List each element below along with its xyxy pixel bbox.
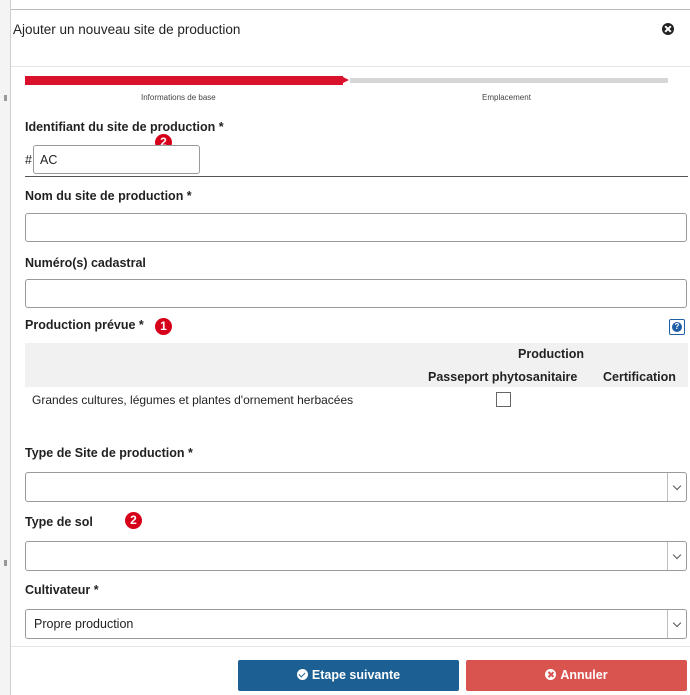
next-step-label: Etape suivante xyxy=(311,668,401,682)
site-id-prefix: # xyxy=(25,153,32,167)
column-header-passeport: Passeport phytosanitaire xyxy=(428,370,578,384)
grower-label: Cultivateur * xyxy=(25,583,99,597)
passeport-checkbox[interactable] xyxy=(496,392,511,407)
site-id-label: Identifiant du site de production * xyxy=(25,120,224,134)
production-label: Production prévue * xyxy=(25,318,144,332)
cancel-button[interactable]: Annuler xyxy=(466,660,687,691)
site-type-select[interactable] xyxy=(25,472,687,502)
modal-title: Ajouter un nouveau site de production xyxy=(13,22,241,37)
progress-step-completed xyxy=(25,76,343,85)
production-group-header: Production xyxy=(518,347,584,361)
chevron-down-icon xyxy=(667,473,686,501)
header-divider xyxy=(11,66,690,67)
progress-arrow xyxy=(341,76,349,84)
footer-divider xyxy=(11,646,690,647)
background-marker xyxy=(4,560,7,566)
grower-value: Propre production xyxy=(34,617,134,631)
close-icon[interactable] xyxy=(662,23,674,35)
step-label-location: Emplacement xyxy=(482,93,531,102)
question-icon: ? xyxy=(672,322,682,332)
soil-type-select[interactable] xyxy=(25,541,687,571)
soil-type-label: Type de sol xyxy=(25,515,93,529)
chevron-down-icon xyxy=(667,610,686,638)
background-page-edge xyxy=(0,0,11,695)
background-marker xyxy=(4,95,7,101)
callout-badge-2: 2 xyxy=(125,512,142,529)
production-table-header xyxy=(25,343,688,387)
production-row-label: Grandes cultures, légumes et plantes d'o… xyxy=(32,393,354,407)
section-divider xyxy=(25,176,688,177)
step-label-basic-info: Informations de base xyxy=(141,93,216,102)
window-top-edge xyxy=(0,0,690,10)
cancel-label: Annuler xyxy=(560,668,608,682)
site-type-label: Type de Site de production * xyxy=(25,446,193,460)
column-header-certification: Certification xyxy=(603,370,676,384)
callout-badge-1: 1 xyxy=(155,318,172,335)
cadastral-input[interactable] xyxy=(25,279,687,308)
grower-select[interactable]: Propre production xyxy=(25,609,687,639)
site-name-input[interactable] xyxy=(25,213,687,242)
cadastral-label: Numéro(s) cadastral xyxy=(25,256,146,270)
site-id-input[interactable] xyxy=(33,145,200,174)
site-name-label: Nom du site de production * xyxy=(25,189,192,203)
chevron-down-icon xyxy=(667,542,686,570)
progress-step-pending xyxy=(350,78,668,83)
next-step-button[interactable]: Etape suivante xyxy=(238,660,459,691)
check-circle-icon xyxy=(296,669,308,680)
help-icon[interactable]: ? xyxy=(669,319,685,335)
times-circle-icon xyxy=(545,669,557,680)
